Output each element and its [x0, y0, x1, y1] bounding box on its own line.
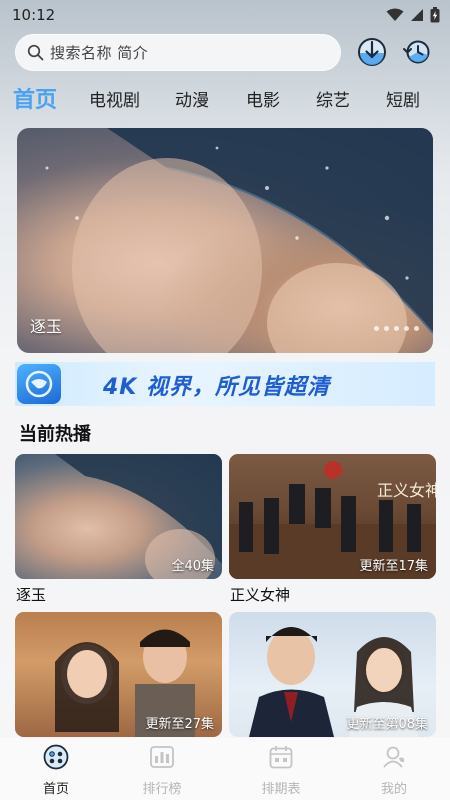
carousel-dot — [394, 326, 399, 331]
search-input[interactable]: 搜索名称 简介 — [15, 34, 341, 71]
nav-label: 排行榜 — [142, 782, 182, 797]
nav-label: 排期表 — [261, 782, 301, 797]
show-card[interactable]: 全40集 — [15, 454, 222, 579]
banner-logo-icon — [17, 364, 61, 404]
episode-badge: 全40集 — [171, 559, 214, 574]
carousel-dot — [414, 326, 419, 331]
section-title: 当前热播 — [19, 424, 91, 445]
nav-schedule[interactable]: 排期表 — [241, 744, 321, 797]
hero-carousel[interactable]: 逐玉 — [17, 128, 433, 353]
show-title[interactable]: 正义女神 — [230, 584, 290, 605]
tab-anime[interactable]: 动漫 — [175, 86, 209, 111]
hero-title: 逐玉 — [30, 317, 63, 336]
status-icons — [386, 7, 440, 23]
carousel-dot — [374, 326, 379, 331]
wifi-icon — [386, 8, 404, 21]
calendar-icon — [269, 746, 293, 769]
nav-label: 首页 — [42, 782, 69, 797]
promo-banner[interactable]: 4K 视界，所见皆超清 — [15, 362, 435, 406]
signal-icon — [411, 9, 423, 21]
history-icon — [403, 40, 430, 64]
tab-tv-series[interactable]: 电视剧 — [89, 86, 140, 111]
show-card[interactable]: 更新至27集 — [15, 612, 222, 737]
nav-home[interactable]: 首页 — [16, 744, 96, 797]
category-tabs: 首页 电视剧 动漫 电影 综艺 短剧 — [0, 82, 450, 114]
carousel-dot — [404, 326, 409, 331]
episode-badge: 更新至17集 — [359, 559, 428, 574]
tab-variety[interactable]: 综艺 — [316, 86, 350, 111]
svg-text:正义女神: 正义女神 — [377, 481, 436, 500]
show-card[interactable]: 更新至第08集 — [229, 612, 436, 737]
show-title[interactable]: 逐玉 — [16, 584, 46, 605]
nav-label: 我的 — [380, 782, 407, 797]
carousel-dot — [384, 326, 389, 331]
battery-icon — [430, 7, 440, 23]
ranking-icon — [150, 746, 174, 768]
download-button[interactable] — [356, 36, 388, 68]
nav-ranking[interactable]: 排行榜 — [122, 744, 202, 797]
episode-badge: 更新至第08集 — [346, 717, 428, 732]
carousel-indicator — [374, 326, 419, 331]
tab-movie[interactable]: 电影 — [246, 86, 280, 111]
episode-badge: 更新至27集 — [145, 717, 214, 732]
bottom-navigation: 首页 排行榜 排期表 我的 — [0, 738, 450, 800]
tab-home[interactable]: 首页 — [13, 82, 57, 114]
status-bar: 10:12 — [0, 0, 450, 32]
tab-short-drama[interactable]: 短剧 — [386, 86, 420, 111]
search-icon — [27, 44, 44, 61]
hero-poster-image — [45, 128, 433, 353]
status-time: 10:12 — [12, 6, 56, 24]
home-icon — [43, 744, 69, 770]
search-placeholder: 搜索名称 简介 — [50, 44, 149, 62]
nav-profile[interactable]: 我的 — [354, 744, 434, 797]
show-card[interactable]: 正义女神 更新至17集 — [229, 454, 436, 579]
download-icon — [358, 38, 386, 66]
banner-text: 4K 视界，所见皆超清 — [103, 375, 331, 400]
history-button[interactable] — [401, 36, 433, 68]
profile-icon — [383, 746, 405, 768]
